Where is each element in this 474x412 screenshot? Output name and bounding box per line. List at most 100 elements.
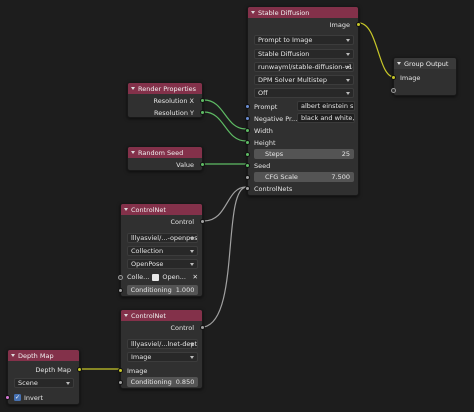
- conditioning-value: 0.850: [175, 378, 195, 386]
- collection-value: Open...: [162, 273, 186, 281]
- seed-row: Seed: [245, 160, 358, 171]
- steps-input-socket[interactable]: [245, 152, 250, 157]
- depth-map-output-row: Depth Map: [8, 364, 82, 375]
- group-output-node[interactable]: Group Output Image: [391, 57, 457, 96]
- link-resolution-y-height: [203, 111, 247, 142]
- link-controlnet2: [203, 186, 247, 328]
- resolution-x-output-socket[interactable]: [200, 98, 205, 103]
- control-label: Control: [170, 323, 195, 332]
- invert-label: Invert: [24, 394, 44, 402]
- collection-input-socket[interactable]: [118, 275, 123, 280]
- source-dropdown[interactable]: Collection: [127, 246, 198, 256]
- group-output-image-row: Image: [391, 72, 456, 83]
- link-sd-image-output: [358, 22, 395, 78]
- height-row: Height: [245, 137, 358, 148]
- collection-label: Colle...: [127, 273, 150, 281]
- value-output-socket[interactable]: [200, 162, 205, 167]
- cfg-scale-field[interactable]: CFG Scale 7.500: [254, 172, 354, 182]
- conditioning-value: 1.000: [175, 286, 195, 294]
- collapse-chevron-icon[interactable]: [124, 314, 128, 317]
- control-row: Control: [121, 216, 205, 227]
- resolution-y-output-socket[interactable]: [200, 110, 205, 115]
- image-row: Image: [118, 365, 202, 376]
- empty-socket-row: [391, 85, 456, 96]
- output-image-label: Image: [329, 20, 350, 29]
- random-seed-header[interactable]: Random Seed: [128, 147, 202, 158]
- stable-diffusion-node[interactable]: Stable Diffusion Image Prompt to Image S…: [245, 6, 361, 196]
- conditioning-label: Conditioning: [130, 378, 172, 386]
- node-title: ControlNet: [131, 205, 166, 214]
- image-output-socket[interactable]: [356, 22, 361, 27]
- conditioning-field[interactable]: Conditioning 0.850: [127, 377, 198, 387]
- random-seed-node[interactable]: Random Seed Value: [127, 146, 205, 171]
- depth-map-header[interactable]: Depth Map: [8, 350, 79, 361]
- controlnet-node-1[interactable]: ControlNet Control lllyasviel/...-openpo…: [118, 203, 205, 297]
- negative-prompt-field[interactable]: black and white,...: [297, 113, 355, 123]
- controlnet-header[interactable]: ControlNet: [121, 204, 202, 215]
- image-label: Image: [400, 73, 421, 82]
- depth-map-node[interactable]: Depth Map Depth Map Scene ✓ Invert: [5, 349, 82, 405]
- render-properties-node[interactable]: Render Properties Resolution X Resolutio…: [127, 82, 205, 118]
- node-title: Random Seed: [138, 148, 184, 157]
- cfg-input-socket[interactable]: [245, 175, 250, 180]
- controlnet-node-2[interactable]: ControlNet Control lllyasviel/...lnet-de…: [118, 309, 205, 389]
- invert-checkbox[interactable]: ✓: [14, 394, 21, 401]
- collapse-chevron-icon[interactable]: [251, 11, 255, 14]
- collection-selector[interactable]: Colle... Open... ✕: [127, 272, 198, 282]
- steps-field[interactable]: Steps 25: [254, 149, 354, 159]
- depth-map-output-socket[interactable]: [77, 367, 82, 372]
- width-label: Width: [254, 126, 273, 135]
- node-title: Stable Diffusion: [258, 8, 310, 17]
- optimization-dropdown[interactable]: Off: [254, 88, 354, 98]
- source-dropdown[interactable]: Image: [127, 352, 198, 362]
- control-output-socket[interactable]: [200, 219, 205, 224]
- collapse-chevron-icon[interactable]: [131, 151, 135, 154]
- height-label: Height: [254, 138, 276, 147]
- collapse-chevron-icon[interactable]: [11, 354, 15, 357]
- conditioning-field[interactable]: Conditioning 1.000: [127, 285, 198, 295]
- height-input-socket[interactable]: [245, 140, 250, 145]
- model-dropdown[interactable]: runwayml/stable-diffusion-v1-5: [254, 62, 354, 72]
- width-input-socket[interactable]: [245, 128, 250, 133]
- cfg-value: 7.500: [331, 173, 350, 181]
- stable-diffusion-header[interactable]: Stable Diffusion: [248, 7, 358, 18]
- collapse-chevron-icon[interactable]: [397, 62, 401, 65]
- prompt-field[interactable]: albert einstein si...: [297, 101, 355, 111]
- image-input-socket[interactable]: [391, 75, 396, 80]
- pipeline-dropdown[interactable]: Stable Diffusion: [254, 49, 354, 59]
- node-title: ControlNet: [131, 311, 166, 320]
- seed-input-socket[interactable]: [245, 163, 250, 168]
- value-row: Value: [128, 159, 205, 170]
- controlnets-row: ControlNets: [245, 183, 358, 194]
- resolution-x-label: Resolution X: [153, 96, 194, 105]
- render-properties-header[interactable]: Render Properties: [128, 83, 202, 94]
- controlnet-header[interactable]: ControlNet: [121, 310, 202, 321]
- depth-map-label: Depth Map: [35, 365, 71, 374]
- empty-input-socket[interactable]: [391, 88, 396, 93]
- width-row: Width: [245, 125, 358, 136]
- negative-prompt-label: Negative Pr...: [254, 114, 298, 123]
- seed-label: Seed: [254, 161, 271, 170]
- collapse-chevron-icon[interactable]: [124, 208, 128, 211]
- close-icon[interactable]: ✕: [193, 273, 198, 281]
- scene-dropdown[interactable]: Scene: [14, 378, 74, 388]
- node-title: Depth Map: [18, 351, 54, 360]
- prompt-input-socket[interactable]: [245, 104, 250, 109]
- image-label: Image: [127, 366, 148, 375]
- scheduler-dropdown[interactable]: DPM Solver Multistep: [254, 75, 354, 85]
- controlnet-model-dropdown[interactable]: lllyasviel/...-openpose: [127, 233, 198, 243]
- collapse-chevron-icon[interactable]: [131, 87, 135, 90]
- group-output-header[interactable]: Group Output: [394, 58, 456, 69]
- controlnets-label: ControlNets: [254, 184, 293, 193]
- node-title: Render Properties: [138, 84, 197, 93]
- controlnets-input-socket[interactable]: [245, 186, 250, 191]
- conditioning-input-socket[interactable]: [118, 288, 123, 293]
- image-input-socket[interactable]: [118, 368, 123, 373]
- conditioning-input-socket[interactable]: [118, 380, 123, 385]
- control-output-socket[interactable]: [200, 325, 205, 330]
- mode-dropdown[interactable]: Prompt to Image: [254, 35, 354, 45]
- processor-dropdown[interactable]: OpenPose: [127, 259, 198, 269]
- invert-input-socket[interactable]: [5, 395, 10, 400]
- controlnet-model-dropdown[interactable]: lllyasviel/...lnet-depth: [127, 339, 198, 349]
- negative-prompt-input-socket[interactable]: [245, 116, 250, 121]
